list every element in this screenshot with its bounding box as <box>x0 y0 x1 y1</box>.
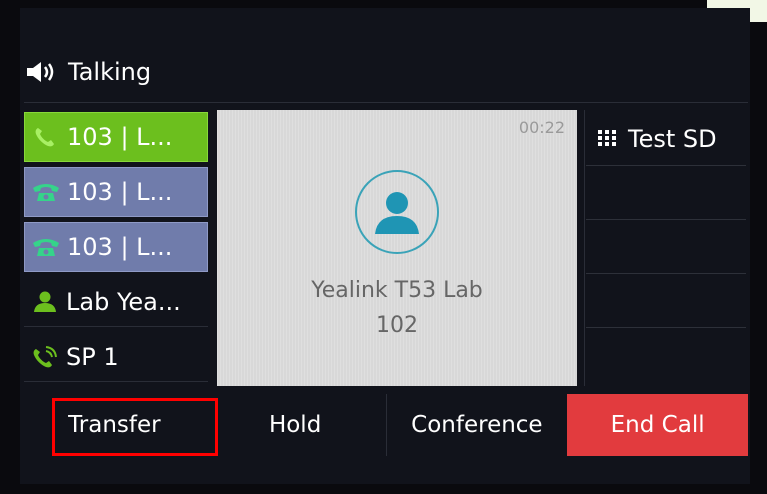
call-status-bar: Talking <box>24 50 724 94</box>
user-icon <box>34 291 56 312</box>
caller-name: Yealink T53 Lab <box>311 278 483 303</box>
line-key-2[interactable]: 103 | L... <box>24 167 208 217</box>
dss-key-4[interactable] <box>586 274 746 328</box>
active-call-card: 00:22 Yealink T53 Lab 102 <box>217 110 577 386</box>
dss-keys: Test SD <box>586 112 746 382</box>
line-key-1[interactable]: 103 | L... <box>24 112 208 162</box>
hold-button[interactable]: Hold <box>205 394 386 456</box>
status-divider <box>24 102 748 103</box>
line-key-label: 103 | L... <box>67 233 173 261</box>
phone-icon <box>35 128 54 147</box>
line-keys: 103 | L... 103 | L... 103 | L... Lab Yea… <box>24 112 208 387</box>
softkey-bar: Transfer Hold Conference End Call <box>24 394 748 456</box>
call-status-label: Talking <box>68 58 152 86</box>
caller-number: 102 <box>376 313 418 338</box>
contact-avatar-icon <box>355 170 439 254</box>
conference-button[interactable]: Conference <box>385 394 568 456</box>
keypad-icon <box>598 129 616 146</box>
end-call-button[interactable]: End Call <box>567 394 748 456</box>
line-key-3[interactable]: 103 | L... <box>24 222 208 272</box>
handset-icon <box>33 184 59 201</box>
dss-key-3[interactable] <box>586 220 746 274</box>
dss-key-1[interactable]: Test SD <box>586 112 746 166</box>
call-timer: 00:22 <box>518 118 565 137</box>
speaker-icon <box>27 62 54 82</box>
line-key-label: 103 | L... <box>67 123 173 151</box>
line-key-label: Lab Yea... <box>66 287 181 316</box>
speed-dial-phone-icon <box>33 345 57 367</box>
handset-icon <box>33 239 59 256</box>
line-key-4[interactable]: Lab Yea... <box>24 277 208 327</box>
dss-key-5[interactable] <box>586 328 746 382</box>
dss-key-label: Test SD <box>628 124 717 153</box>
dss-key-2[interactable] <box>586 166 746 220</box>
line-key-label: SP 1 <box>66 342 119 371</box>
line-key-label: 103 | L... <box>67 178 173 206</box>
line-key-5[interactable]: SP 1 <box>24 332 208 382</box>
transfer-button[interactable]: Transfer <box>24 394 205 456</box>
